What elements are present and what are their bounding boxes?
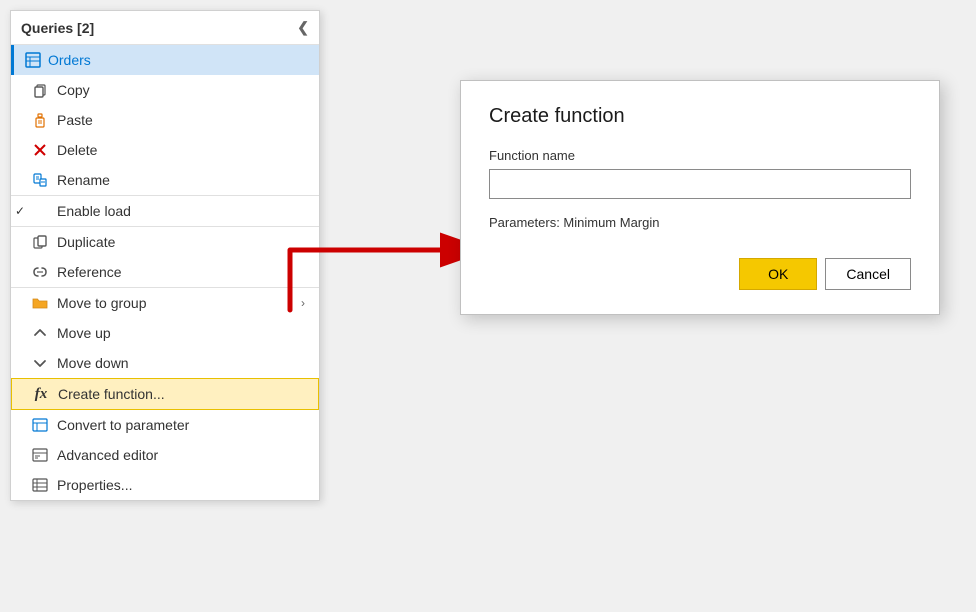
paste-icon bbox=[31, 111, 49, 129]
reference-icon bbox=[31, 263, 49, 281]
enable-load-label: Enable load bbox=[57, 203, 305, 219]
parameter-icon bbox=[31, 416, 49, 434]
menu-item-create-function[interactable]: fx Create function... bbox=[11, 378, 319, 410]
collapse-icon[interactable]: ❮ bbox=[297, 19, 309, 36]
delete-label: Delete bbox=[57, 142, 305, 158]
menu-item-move-down[interactable]: Move down bbox=[11, 348, 319, 378]
table-icon bbox=[24, 51, 42, 69]
menu-item-paste[interactable]: Paste bbox=[11, 105, 319, 135]
dialog-title: Create function bbox=[489, 105, 911, 128]
duplicate-icon bbox=[31, 233, 49, 251]
menu-items-list: Copy Paste Delete bbox=[11, 75, 319, 500]
rename-label: Rename bbox=[57, 172, 305, 188]
properties-label: Properties... bbox=[57, 477, 305, 493]
delete-icon bbox=[31, 141, 49, 159]
advanced-editor-label: Advanced editor bbox=[57, 447, 305, 463]
editor-icon bbox=[31, 446, 49, 464]
rename-icon bbox=[31, 171, 49, 189]
cancel-button[interactable]: Cancel bbox=[825, 258, 911, 290]
create-function-dialog: Create function Function name Parameters… bbox=[460, 80, 940, 315]
context-menu-panel: Queries [2] ❮ Orders Copy bbox=[10, 10, 320, 501]
checkmark-icon: ✓ bbox=[15, 204, 25, 218]
move-to-group-label: Move to group bbox=[57, 295, 293, 311]
ok-button[interactable]: OK bbox=[739, 258, 817, 290]
menu-item-move-up[interactable]: Move up bbox=[11, 318, 319, 348]
function-name-input[interactable] bbox=[489, 169, 911, 199]
orders-label: Orders bbox=[48, 52, 91, 68]
folder-icon bbox=[31, 294, 49, 312]
orders-item[interactable]: Orders bbox=[11, 45, 319, 75]
menu-item-move-to-group[interactable]: Move to group › bbox=[11, 287, 319, 318]
create-function-label: Create function... bbox=[58, 386, 304, 402]
panel-header: Queries [2] ❮ bbox=[11, 11, 319, 45]
panel-title: Queries [2] bbox=[21, 20, 94, 36]
menu-item-convert-to-parameter[interactable]: Convert to parameter bbox=[11, 410, 319, 440]
copy-icon bbox=[31, 81, 49, 99]
copy-label: Copy bbox=[57, 82, 305, 98]
menu-item-advanced-editor[interactable]: Advanced editor bbox=[11, 440, 319, 470]
menu-item-reference[interactable]: Reference bbox=[11, 257, 319, 287]
duplicate-label: Duplicate bbox=[57, 234, 305, 250]
menu-item-rename[interactable]: Rename bbox=[11, 165, 319, 195]
reference-label: Reference bbox=[57, 264, 305, 280]
function-name-label: Function name bbox=[489, 148, 911, 163]
menu-item-properties[interactable]: Properties... bbox=[11, 470, 319, 500]
dialog-buttons: OK Cancel bbox=[489, 258, 911, 290]
menu-item-delete[interactable]: Delete bbox=[11, 135, 319, 165]
panel-title-text: Queries [2] bbox=[21, 20, 94, 36]
paste-label: Paste bbox=[57, 112, 305, 128]
menu-item-duplicate[interactable]: Duplicate bbox=[11, 226, 319, 257]
convert-parameter-label: Convert to parameter bbox=[57, 417, 305, 433]
move-down-icon bbox=[31, 354, 49, 372]
move-down-label: Move down bbox=[57, 355, 305, 371]
submenu-arrow-icon: › bbox=[301, 296, 305, 310]
enable-load-icon bbox=[31, 202, 49, 220]
fx-icon: fx bbox=[32, 385, 50, 403]
move-up-icon bbox=[31, 324, 49, 342]
menu-item-enable-load[interactable]: ✓ Enable load bbox=[11, 195, 319, 226]
parameters-text: Parameters: Minimum Margin bbox=[489, 215, 911, 230]
properties-icon bbox=[31, 476, 49, 494]
move-up-label: Move up bbox=[57, 325, 305, 341]
menu-item-copy[interactable]: Copy bbox=[11, 75, 319, 105]
